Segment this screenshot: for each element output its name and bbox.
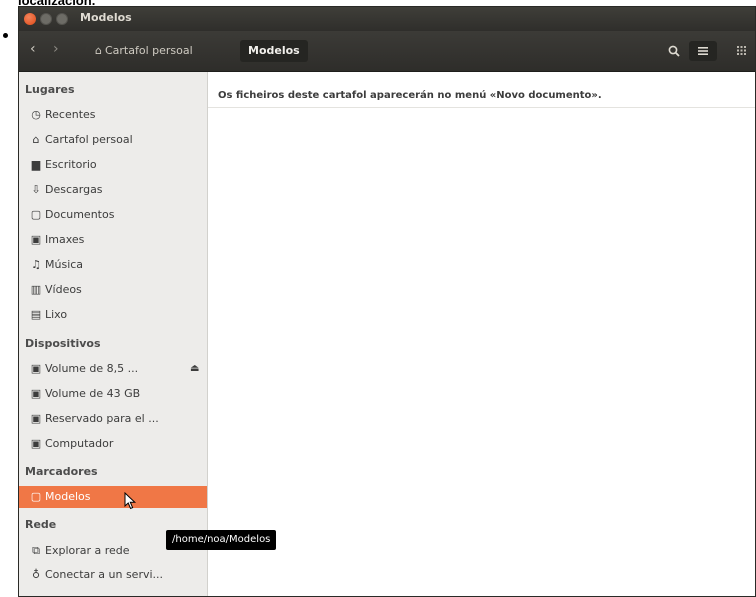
path-segment-home[interactable]: ⌂ Cartafol persoal [95,40,193,62]
desktop-folder-icon: ▆ [31,158,41,171]
trash-icon: ▤ [30,308,42,321]
search-button[interactable] [664,41,684,61]
sidebar-item-volume-43gb[interactable]: ▣ Volume de 43 GB [19,383,207,405]
sidebar-item-label: Descargas [45,183,103,196]
sidebar-item-label: Conectar a un servi... [45,568,164,581]
sidebar-item-music[interactable]: ♫ Música [19,254,207,276]
sidebar-item-computer[interactable]: ▣ Computador [19,433,207,455]
sidebar-item-label: Modelos [45,490,91,503]
eject-icon[interactable]: ⏏ [190,358,199,380]
sidebar-item-connect-server[interactable]: ♁ Conectar a un servi... [19,564,207,586]
sidebar-item-volume-8gb[interactable]: ▣ Volume de 8,5 ... ⏏ [19,358,207,380]
sidebar-item-label: Reservado para el ... [45,412,159,425]
sidebar-item-label: Computador [45,437,114,450]
sidebar-item-desktop[interactable]: ▆ Escritorio [19,154,207,176]
camera-icon: ▣ [30,233,42,246]
sidebar-item-label: Volume de 8,5 ... [45,362,139,375]
drive-icon: ▣ [30,412,42,425]
close-window-button[interactable] [24,13,36,25]
section-title-bookmarks: Marcadores [25,465,98,478]
section-title-devices: Dispositivos [25,337,101,350]
sidebar-item-trash[interactable]: ▤ Lixo [19,304,207,326]
home-icon: ⌂ [95,44,102,57]
path-tooltip: /home/noa/Modelos [166,530,277,550]
path-home-label: Cartafol persoal [104,44,193,57]
list-view-icon [698,47,708,55]
maximize-window-button[interactable] [56,13,68,25]
home-icon: ⌂ [32,133,40,146]
places-sidebar: Lugares ◷ Recentes ⌂ Cartafol persoal ▆ Esc… [19,72,208,596]
sidebar-item-label: Escritorio [45,158,97,171]
back-button[interactable]: ‹ [30,42,36,56]
forward-button[interactable]: › [53,42,59,56]
minimize-window-button[interactable] [40,13,52,25]
list-bullet [3,33,8,38]
folder-info-message: Os ficheiros deste cartafol aparecerán n… [218,90,602,101]
sidebar-item-label: Recentes [45,108,96,121]
sidebar-item-label: Música [45,258,84,271]
sidebar-item-label: Lixo [45,308,68,321]
section-title-places: Lugares [25,83,75,96]
drive-icon: ▣ [30,362,42,375]
computer-icon: ▣ [30,437,42,450]
file-view-area[interactable] [208,108,755,596]
sidebar-item-modelos[interactable]: ▢ Modelos [19,486,207,508]
network-icon: ⧉ [32,544,40,557]
sidebar-item-home[interactable]: ⌂ Cartafol persoal [19,129,207,151]
path-segment-current[interactable]: Modelos [240,40,308,62]
sidebar-item-documents[interactable]: ▢ Documentos [19,204,207,226]
window-title: Modelos [80,11,132,24]
mouse-pointer-icon [124,492,137,510]
grid-view-icon [736,46,746,55]
sidebar-item-label: Vídeos [45,283,82,296]
section-title-network: Rede [25,518,57,531]
download-icon: ⇩ [31,183,41,196]
grid-view-button[interactable] [731,41,751,61]
clock-icon: ◷ [31,108,41,121]
film-icon: ▥ [30,283,42,296]
sidebar-item-pictures[interactable]: ▣ Imaxes [19,229,207,251]
sidebar-item-label: Explorar a rede [45,544,130,557]
sidebar-item-label: Cartafol persoal [45,133,133,146]
document-icon: ▢ [30,208,42,221]
title-bar: Modelos [19,7,755,31]
drive-icon: ▣ [30,387,42,400]
document-icon: ▢ [30,490,42,503]
connect-server-icon: ♁ [31,568,41,581]
sidebar-item-reserved[interactable]: ▣ Reservado para el ... [19,408,207,430]
list-view-button[interactable] [689,41,717,61]
sidebar-item-recent[interactable]: ◷ Recentes [19,104,207,126]
toolbar: ‹ › ⌂ Cartafol persoal Modelos [19,31,755,72]
search-icon [668,45,680,57]
sidebar-item-label: Volume de 43 GB [45,387,141,400]
sidebar-item-label: Documentos [45,208,115,221]
sidebar-item-videos[interactable]: ▥ Vídeos [19,279,207,301]
sidebar-item-downloads[interactable]: ⇩ Descargas [19,179,207,201]
music-icon: ♫ [31,258,41,271]
sidebar-item-label: Imaxes [45,233,85,246]
